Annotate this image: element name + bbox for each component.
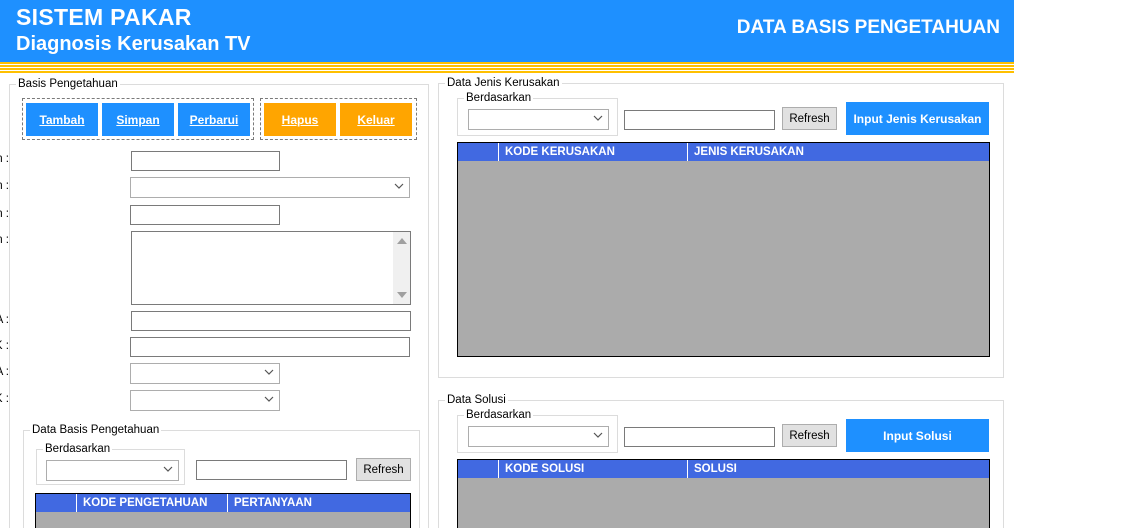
solusi-refresh-button[interactable]: Refresh <box>782 424 837 447</box>
jenis-search-input[interactable] <box>624 110 775 130</box>
solusi-grid-header: KODE SOLUSI SOLUSI <box>458 460 989 478</box>
data-basis-grid-header: KODE PENGETAHUAN PERTANYAAN <box>36 494 410 512</box>
solusi-filter-legend: Berdasarkan <box>464 408 534 422</box>
chevron-down-icon <box>593 115 603 121</box>
basis-pengetahuan-legend: Basis Pengetahuan <box>16 77 120 91</box>
chevron-down-icon <box>264 369 274 375</box>
data-basis-filter-select[interactable] <box>46 460 179 481</box>
pertanyaan-label: Pertanyaan : <box>0 234 9 246</box>
fakta-tidak-field[interactable] <box>130 337 410 357</box>
header-bar: SISTEM PAKAR Diagnosis Kerusakan TV DATA… <box>0 0 1014 62</box>
chevron-down-icon <box>593 432 603 438</box>
pertanyaan-scrollbar[interactable] <box>393 232 410 304</box>
data-basis-filter-legend: Berdasarkan <box>43 442 113 456</box>
data-solusi-legend: Data Solusi <box>445 393 508 407</box>
kode-kerusakan-label: Kode Kerusakan : <box>0 208 9 220</box>
column-header[interactable]: PERTANYAAN <box>228 494 410 512</box>
column-header[interactable]: SOLUSI <box>688 460 989 478</box>
column-header[interactable]: JENIS KERUSAKAN <box>688 143 989 161</box>
fakta-ya-label: Fakta YA : <box>0 314 9 326</box>
column-header[interactable]: KODE KERUSAKAN <box>499 143 688 161</box>
row-header-cell <box>458 143 499 161</box>
scroll-up-icon[interactable] <box>397 238 407 244</box>
data-basis-grid[interactable]: KODE PENGETAHUAN PERTANYAAN <box>35 493 411 528</box>
chevron-down-icon <box>394 183 404 189</box>
app-subtitle: Diagnosis Kerusakan TV <box>16 33 251 55</box>
simpan-button[interactable]: Simpan <box>102 103 174 136</box>
chevron-down-icon <box>264 396 274 402</box>
solusi-search-input[interactable] <box>624 427 775 447</box>
solusi-grid[interactable]: KODE SOLUSI SOLUSI <box>457 459 990 528</box>
row-header-cell <box>458 460 499 478</box>
keluar-button[interactable]: Keluar <box>340 103 412 136</box>
jenis-filter-legend: Berdasarkan <box>464 91 534 105</box>
input-solusi-button[interactable]: Input Solusi <box>846 419 989 452</box>
pertanyaan-textarea[interactable] <box>131 231 411 305</box>
jenis-kerusakan-grid[interactable]: KODE KERUSAKAN JENIS KERUSAKAN <box>457 142 990 357</box>
row-header-cell <box>36 494 77 512</box>
chevron-down-icon <box>163 466 173 472</box>
tambah-button[interactable]: Tambah <box>26 103 98 136</box>
data-jenis-kerusakan-legend: Data Jenis Kerusakan <box>445 76 562 90</box>
solusi-filter-select[interactable] <box>468 426 609 447</box>
fakta-tidak-label: Fakta TIDAK : <box>0 340 9 352</box>
data-basis-pengetahuan-legend: Data Basis Pengetahuan <box>30 423 162 437</box>
kerusakan-select[interactable] <box>130 177 410 198</box>
jika-tidak-select[interactable] <box>130 390 280 411</box>
jika-ya-label: Jika YA : <box>0 366 9 378</box>
perbarui-button[interactable]: Perbarui <box>178 103 250 136</box>
kode-pengetahuan-field[interactable] <box>131 151 280 171</box>
column-header[interactable]: KODE PENGETAHUAN <box>77 494 228 512</box>
kode-pengetahuan-label: Kode Pengetahuan : <box>0 153 9 165</box>
column-header[interactable]: KODE SOLUSI <box>499 460 688 478</box>
scroll-down-icon[interactable] <box>397 292 407 298</box>
data-basis-search-input[interactable] <box>196 460 347 480</box>
jenis-grid-header: KODE KERUSAKAN JENIS KERUSAKAN <box>458 143 989 161</box>
data-basis-refresh-button[interactable]: Refresh <box>356 458 411 481</box>
hapus-button[interactable]: Hapus <box>264 103 336 136</box>
fakta-ya-field[interactable] <box>131 311 411 331</box>
jika-ya-select[interactable] <box>130 363 280 384</box>
app-window: SISTEM PAKAR Diagnosis Kerusakan TV DATA… <box>0 0 1014 528</box>
jenis-filter-select[interactable] <box>468 109 609 130</box>
page-title: DATA BASIS PENGETAHUAN <box>736 17 1000 38</box>
kode-kerusakan-field[interactable] <box>130 205 280 225</box>
header-stripe <box>0 62 1014 74</box>
app-title: SISTEM PAKAR <box>16 4 192 30</box>
kerusakan-label: Kerusakan : <box>0 180 9 192</box>
input-jenis-kerusakan-button[interactable]: Input Jenis Kerusakan <box>846 102 989 135</box>
jenis-refresh-button[interactable]: Refresh <box>782 107 837 130</box>
jika-tidak-label: Jika TIDAK : <box>0 393 9 405</box>
